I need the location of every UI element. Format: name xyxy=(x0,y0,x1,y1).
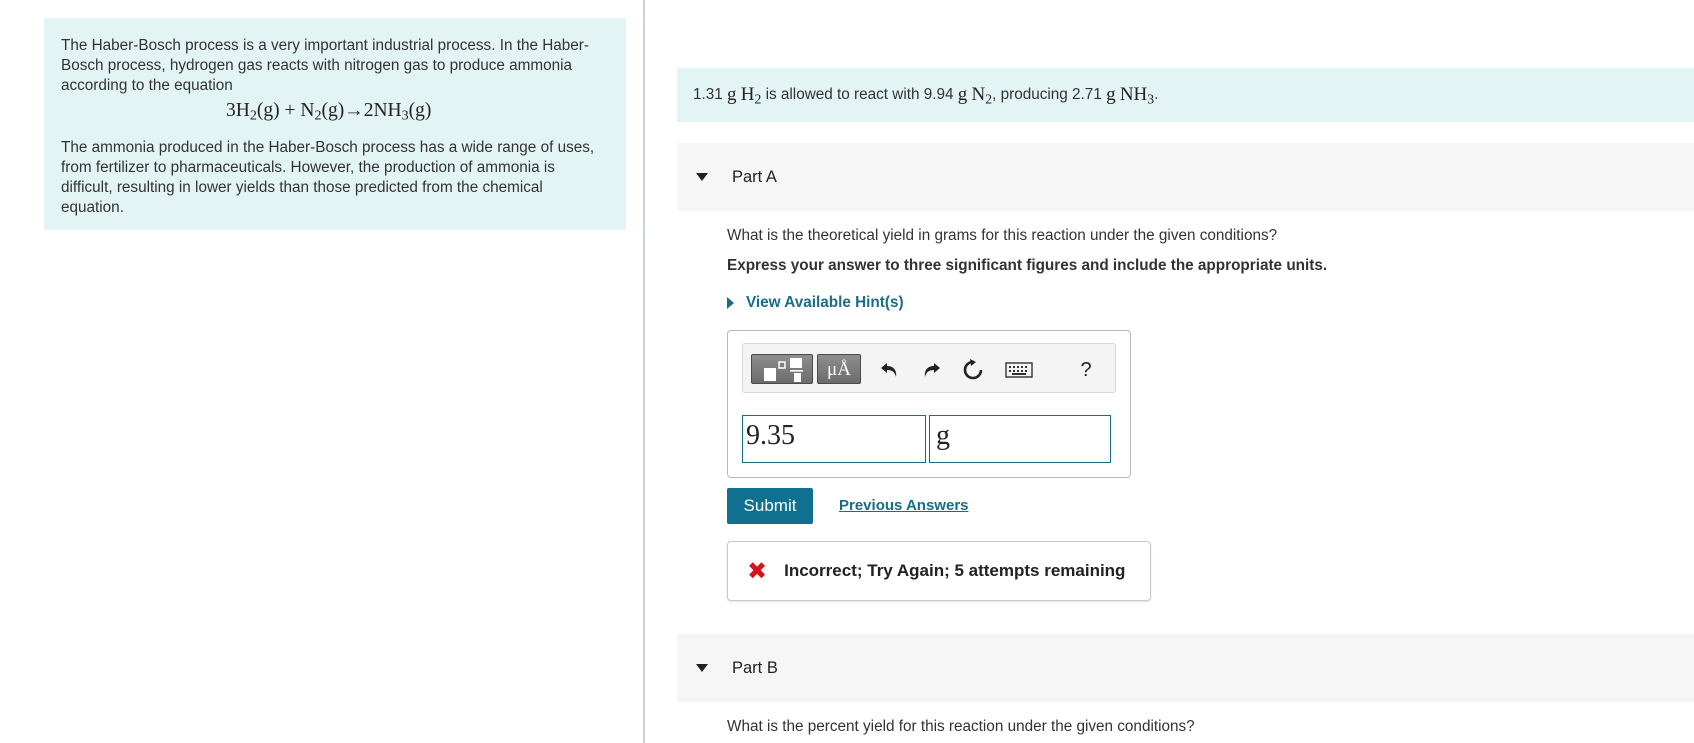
previous-answers-link[interactable]: Previous Answers xyxy=(839,497,969,514)
intro-paragraph-1: The Haber-Bosch process is a very import… xyxy=(61,37,589,94)
view-hints-label: View Available Hint(s) xyxy=(746,294,904,311)
collapse-triangle-icon xyxy=(696,664,708,672)
panel-divider xyxy=(643,0,645,743)
keyboard-icon[interactable] xyxy=(1004,357,1034,383)
part-a-header[interactable]: Part A xyxy=(677,143,1694,211)
part-b-question: What is the percent yield for this react… xyxy=(727,718,1195,735)
collapse-triangle-icon xyxy=(696,173,708,181)
part-b-header[interactable]: Part B xyxy=(677,634,1694,702)
feedback-message: ✖ Incorrect; Try Again; 5 attempts remai… xyxy=(727,541,1151,601)
answer-value-input[interactable]: 9.35 xyxy=(742,415,926,463)
undo-icon[interactable] xyxy=(877,357,903,383)
part-a-label: Part A xyxy=(732,167,777,186)
part-b-label: Part B xyxy=(732,658,778,677)
reset-icon[interactable] xyxy=(960,357,986,383)
redo-icon[interactable] xyxy=(918,357,944,383)
expand-triangle-icon xyxy=(727,297,734,309)
incorrect-x-icon: ✖ xyxy=(747,557,768,585)
units-icon[interactable]: μÅ xyxy=(817,354,861,384)
submit-button[interactable]: Submit xyxy=(727,488,813,524)
given-statement: 1.31 g H2 is allowed to react with 9.94 … xyxy=(677,68,1694,122)
intro-panel: The Haber-Bosch process is a very import… xyxy=(44,18,626,230)
intro-paragraph-2: The ammonia produced in the Haber-Bosch … xyxy=(61,139,595,216)
reaction-equation: 3H2(g) + N2(g)→2NH3(g) xyxy=(226,100,432,124)
templates-icon[interactable] xyxy=(751,354,813,384)
math-toolbar: μÅ ? xyxy=(742,343,1116,393)
part-a-instruction: Express your answer to three significant… xyxy=(727,257,1328,274)
part-a-question: What is the theoretical yield in grams f… xyxy=(727,227,1278,244)
view-hints-link[interactable]: View Available Hint(s) xyxy=(727,294,904,312)
feedback-text: Incorrect; Try Again; 5 attempts remaini… xyxy=(784,561,1126,580)
answer-box: μÅ ? 9.35 g xyxy=(727,330,1131,478)
answer-unit-input[interactable]: g xyxy=(929,415,1111,463)
help-icon[interactable]: ? xyxy=(1073,357,1099,383)
